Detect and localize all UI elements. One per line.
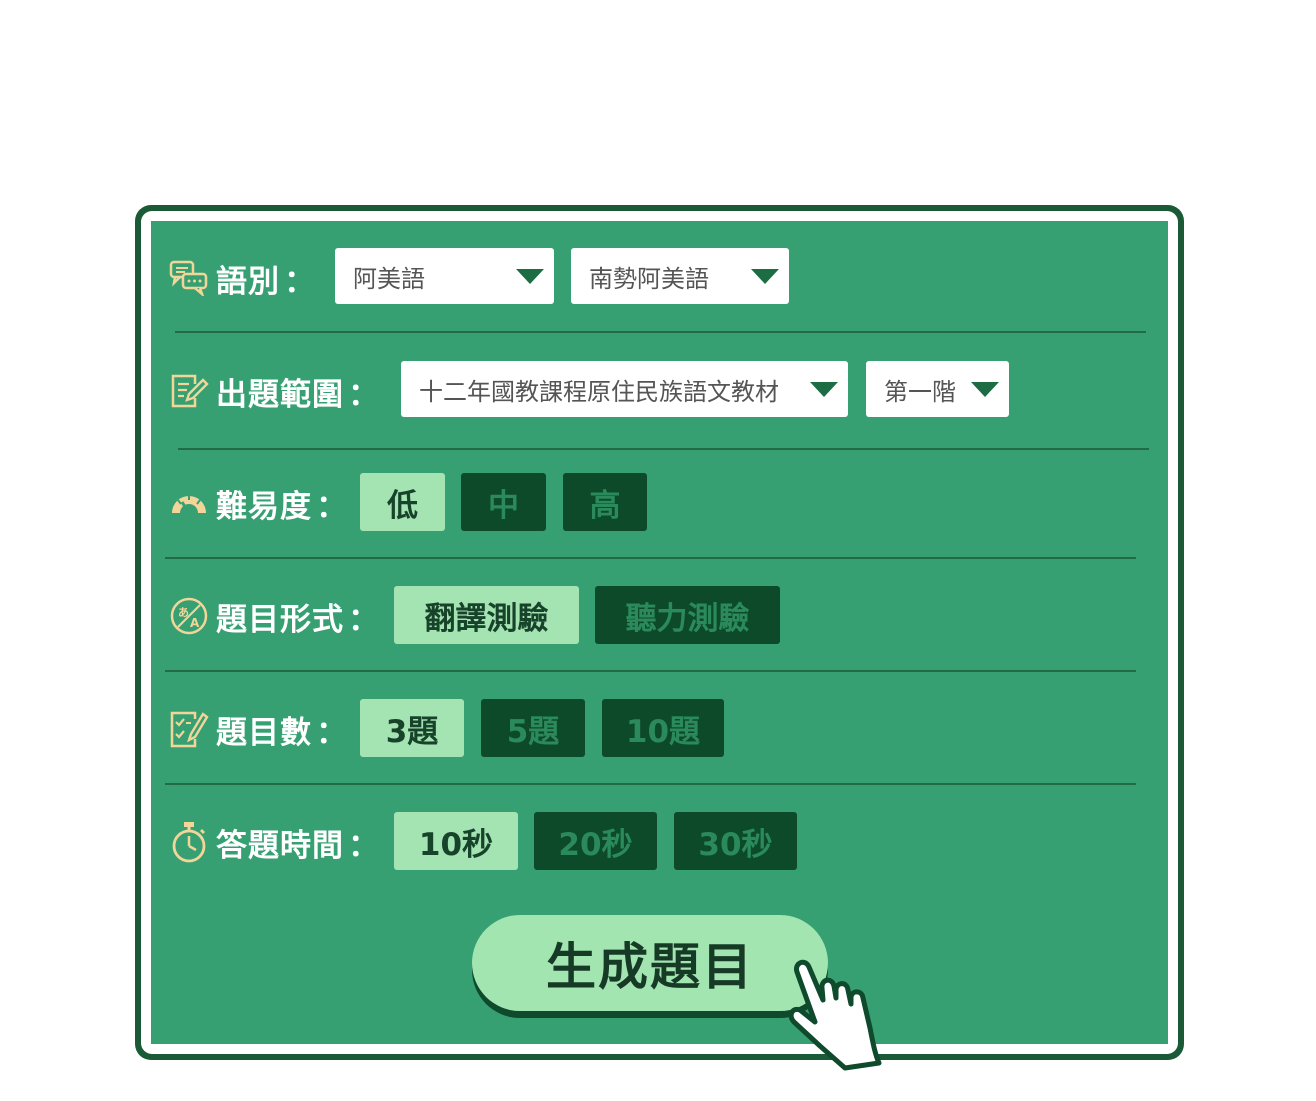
time-option-30[interactable]: 30秒 [674,812,797,870]
edit-document-icon [168,370,210,412]
divider [165,783,1136,785]
count-label-group: 題目數 ： [168,707,348,752]
format-colon: ： [348,601,380,638]
level-select[interactable]: 第一階 [866,361,1009,417]
translate-icon: あ A [168,595,210,637]
pointer-hand-icon [788,959,882,1071]
dialect-select-value: 南勢阿美語 [589,264,709,293]
difficulty-label: 難易度 [216,488,312,525]
dialect-select[interactable]: 南勢阿美語 [571,248,789,304]
curriculum-select[interactable]: 十二年國教課程原住民族語文教材 [401,361,848,417]
checklist-pencil-icon [168,708,210,750]
count-option-3[interactable]: 3題 [360,699,464,757]
scope-label: 出題範圍 [216,376,344,413]
scope-row: 出題範圍 ： [168,361,380,421]
divider [165,557,1136,559]
generate-quiz-button[interactable]: 生成題目 [472,915,828,1011]
scope-colon: ： [348,376,380,413]
chevron-down-icon [810,382,838,397]
divider [165,670,1136,672]
language-select[interactable]: 阿美語 [335,248,554,304]
language-row: 語別 ： [168,248,316,308]
language-label-group: 語別 ： [168,256,316,301]
chevron-down-icon [971,382,999,397]
difficulty-option-low[interactable]: 低 [360,473,445,531]
difficulty-label-group: 難易度 ： [168,481,348,526]
format-label: 題目形式 [216,601,344,638]
time-colon: ： [348,827,380,864]
chat-bubbles-icon [168,257,210,299]
scope-label-group: 出題範圍 ： [168,369,380,414]
count-colon: ： [316,714,348,751]
level-select-value: 第一階 [884,377,956,406]
count-label: 題目數 [216,714,312,751]
time-option-10[interactable]: 10秒 [394,812,518,870]
language-select-value: 阿美語 [353,264,425,293]
format-label-group: あ A 題目形式 ： [168,594,380,639]
svg-text:あ: あ [178,606,190,619]
chevron-down-icon [751,269,779,284]
difficulty-option-medium[interactable]: 中 [461,473,546,531]
divider [178,448,1149,450]
curriculum-select-value: 十二年國教課程原住民族語文教材 [419,377,779,406]
format-row: あ A 題目形式 ： [168,586,380,646]
svg-text:A: A [190,616,200,630]
time-label-group: 答題時間 ： [168,820,380,865]
time-option-20[interactable]: 20秒 [534,812,657,870]
difficulty-row: 難易度 ： [168,473,348,533]
language-colon: ： [284,263,316,300]
language-label: 語別 [216,263,280,300]
chevron-down-icon [516,269,544,284]
difficulty-option-high[interactable]: 高 [563,473,647,531]
stopwatch-icon [168,821,210,863]
difficulty-colon: ： [316,488,348,525]
time-label: 答題時間 [216,827,344,864]
gauge-icon [168,482,210,524]
count-row: 題目數 ： [168,699,348,759]
time-row: 答題時間 ： [168,812,380,872]
format-option-translation[interactable]: 翻譯測驗 [394,586,579,644]
count-option-5[interactable]: 5題 [481,699,585,757]
format-option-listening[interactable]: 聽力測驗 [595,586,780,644]
divider [175,331,1146,333]
count-option-10[interactable]: 10題 [602,699,724,757]
